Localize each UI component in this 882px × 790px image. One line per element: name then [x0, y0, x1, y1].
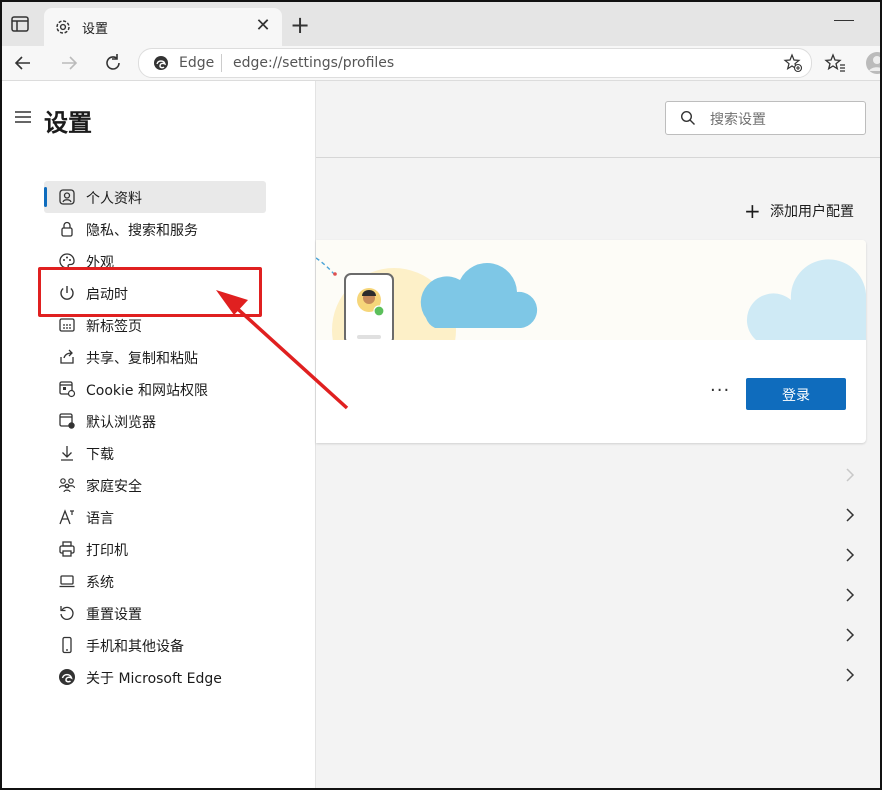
annotation-arrow — [216, 290, 349, 410]
browser-window: 设置 ✕ + Edge edge://settings/profiles 设置 … — [0, 0, 882, 790]
